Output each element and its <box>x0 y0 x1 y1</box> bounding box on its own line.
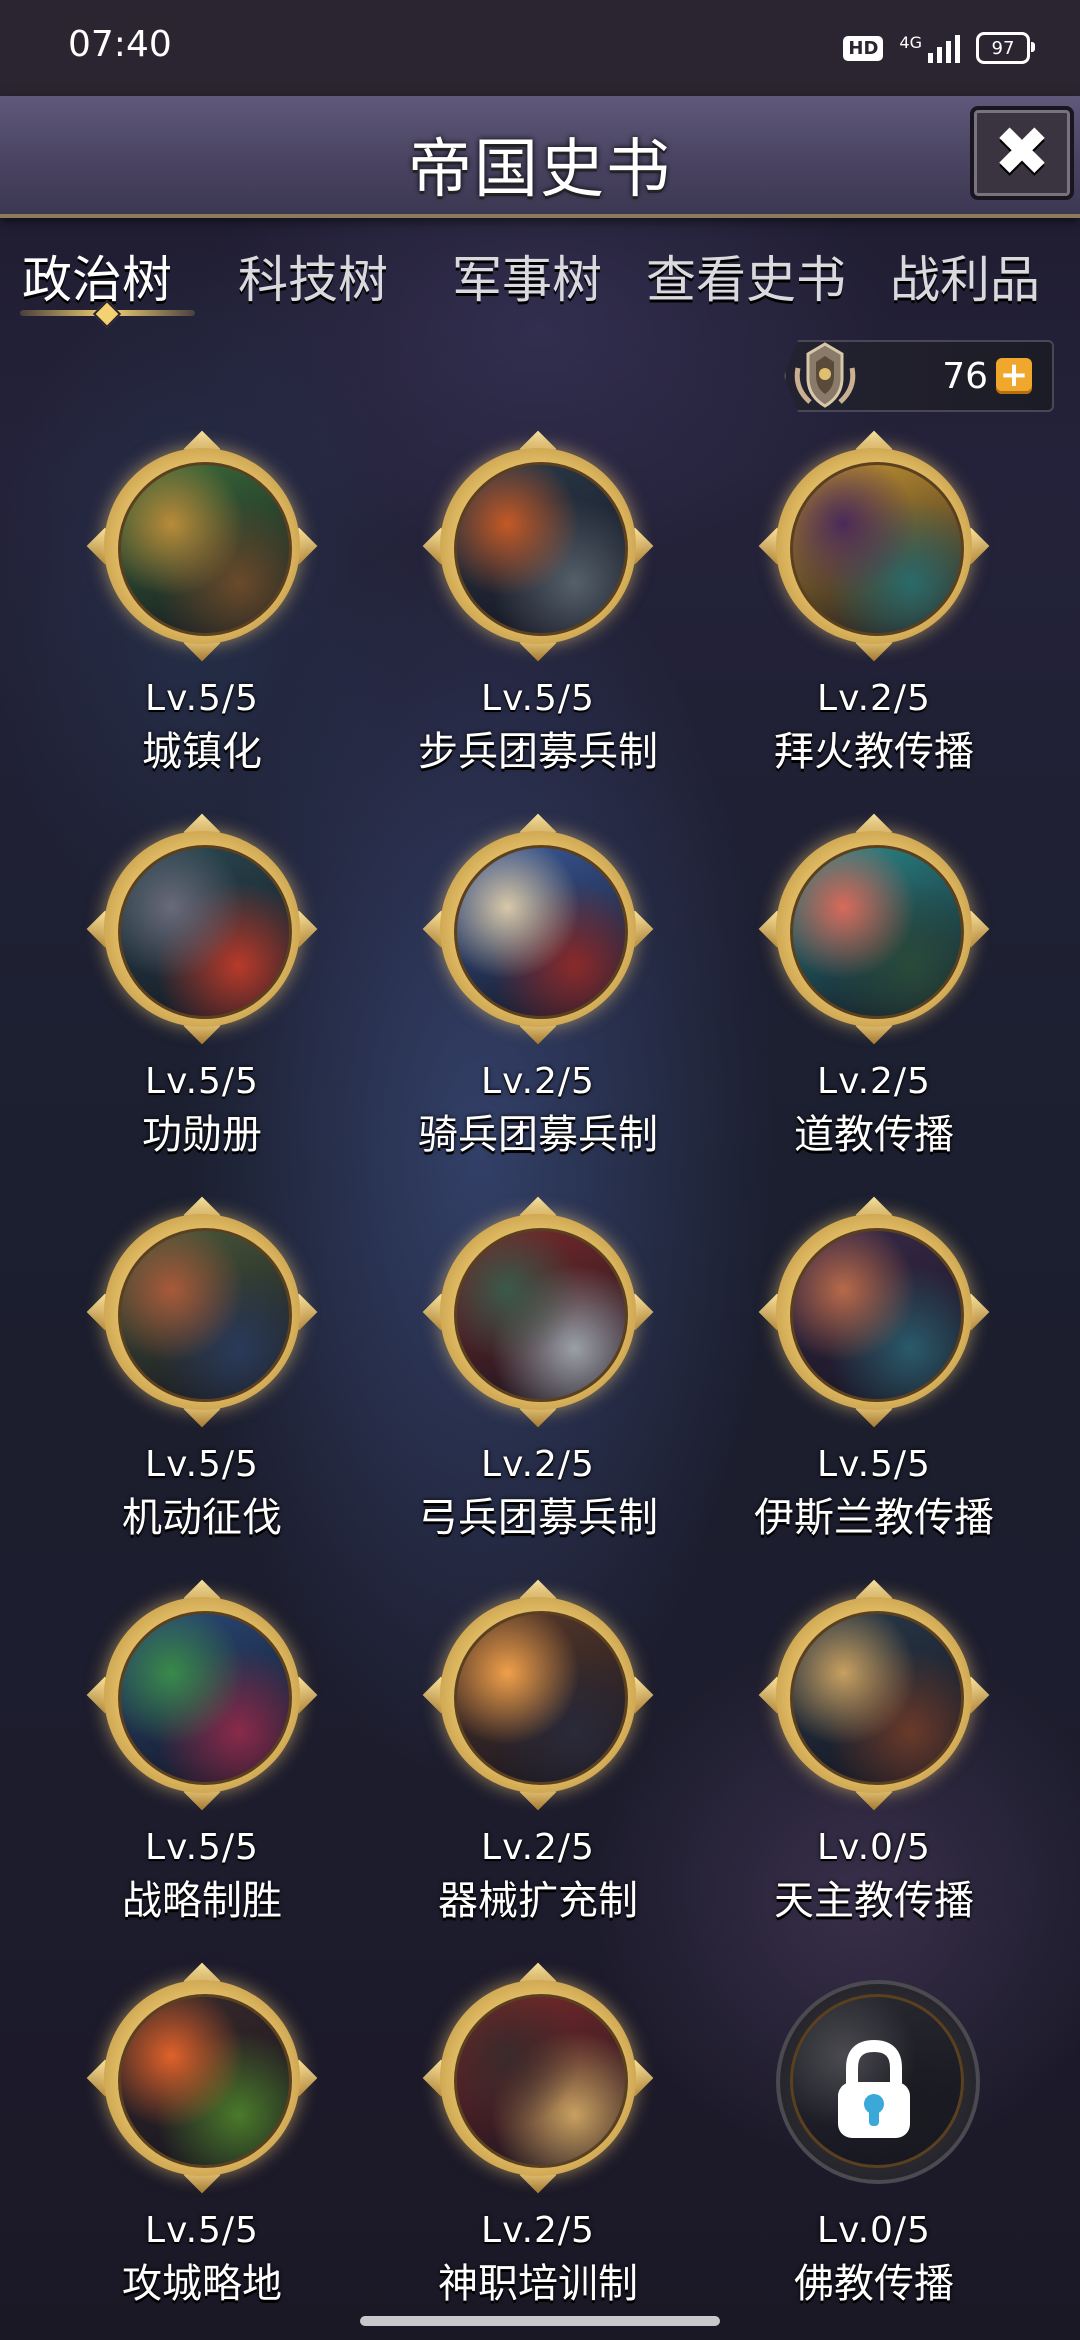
node-name: 神职培训制 <box>438 2261 638 2307</box>
node-name: 天主教传播 <box>774 1878 974 1924</box>
node-frame <box>422 1196 654 1428</box>
laurel-emblem-icon <box>794 342 856 408</box>
tree-node[interactable]: Lv.2/5 器械扩充制 <box>408 1579 668 1926</box>
node-level: Lv.2/5 <box>481 2210 595 2251</box>
node-artwork <box>118 1228 292 1402</box>
node-frame <box>758 1579 990 1811</box>
node-level: Lv.5/5 <box>145 1444 259 1485</box>
node-level: Lv.2/5 <box>481 1061 595 1102</box>
node-frame <box>86 430 318 662</box>
tab-military[interactable]: 军事树 <box>452 240 602 312</box>
tree-node[interactable]: Lv.2/5 道教传播 <box>744 813 1004 1160</box>
node-name: 道教传播 <box>794 1112 954 1158</box>
status-bar: 07:40 HD 4G 97 <box>0 0 1080 96</box>
node-frame <box>86 1579 318 1811</box>
node-level: Lv.0/5 <box>817 1827 931 1868</box>
network-type: 4G <box>899 33 922 52</box>
node-artwork <box>790 1611 964 1785</box>
header-bar: 帝国史书 ✖ <box>0 96 1080 218</box>
node-level: Lv.0/5 <box>817 2210 931 2251</box>
status-time: 07:40 <box>68 24 172 65</box>
currency-value: 76 <box>942 356 988 397</box>
tree-node[interactable]: Lv.5/5 步兵团募兵制 <box>408 430 668 777</box>
tree-node[interactable]: Lv.5/5 城镇化 <box>72 430 332 777</box>
node-level: Lv.5/5 <box>145 1827 259 1868</box>
node-frame <box>758 813 990 1045</box>
node-artwork <box>118 845 292 1019</box>
battery-icon: 97 <box>976 32 1035 64</box>
tab-view-history[interactable]: 查看史书 <box>646 240 846 312</box>
tree-node[interactable]: Lv.5/5 攻城略地 <box>72 1962 332 2309</box>
node-artwork <box>118 1994 292 2168</box>
node-artwork <box>790 462 964 636</box>
node-level: Lv.2/5 <box>817 1061 931 1102</box>
status-icons: HD 4G 97 <box>843 28 1035 68</box>
node-frame <box>422 1579 654 1811</box>
node-level: Lv.2/5 <box>481 1827 595 1868</box>
tree-node[interactable]: Lv.5/5 伊斯兰教传播 <box>744 1196 1004 1543</box>
tree-node[interactable]: Lv.2/5 弓兵团募兵制 <box>408 1196 668 1543</box>
node-name: 佛教传播 <box>794 2261 954 2307</box>
tab-technology[interactable]: 科技树 <box>238 240 388 312</box>
tab-bar: 政治树 科技树 军事树 查看史书 战利品 <box>0 230 1080 340</box>
node-frame <box>422 1962 654 2194</box>
tree-node[interactable]: Lv.5/5 战略制胜 <box>72 1579 332 1926</box>
node-name: 步兵团募兵制 <box>418 729 658 775</box>
node-frame <box>86 1196 318 1428</box>
node-frame <box>758 1196 990 1428</box>
tree-node[interactable]: Lv.2/5 拜火教传播 <box>744 430 1004 777</box>
tree-node[interactable]: Lv.2/5 神职培训制 <box>408 1962 668 2309</box>
lock-icon <box>838 2039 910 2138</box>
node-artwork <box>118 1611 292 1785</box>
node-artwork <box>454 1228 628 1402</box>
node-artwork <box>118 462 292 636</box>
battery-level: 97 <box>991 37 1015 59</box>
tab-politics[interactable]: 政治树 <box>22 240 172 312</box>
currency-display: 76 + <box>784 340 1054 412</box>
tree-node[interactable]: Lv.5/5 功勋册 <box>72 813 332 1160</box>
node-frame <box>764 1968 984 2188</box>
node-level: Lv.5/5 <box>145 2210 259 2251</box>
node-name: 机动征伐 <box>122 1495 282 1541</box>
tab-trophies[interactable]: 战利品 <box>890 240 1040 312</box>
node-level: Lv.2/5 <box>481 1444 595 1485</box>
add-currency-button[interactable]: + <box>996 358 1032 394</box>
node-frame <box>86 813 318 1045</box>
node-artwork <box>790 845 964 1019</box>
node-frame <box>758 430 990 662</box>
tree-node[interactable]: Lv.0/5 天主教传播 <box>744 1579 1004 1926</box>
node-name: 弓兵团募兵制 <box>418 1495 658 1541</box>
node-artwork <box>454 462 628 636</box>
hd-badge: HD <box>843 35 884 61</box>
node-artwork <box>454 845 628 1019</box>
node-name: 伊斯兰教传播 <box>754 1495 994 1541</box>
signal-icon: 4G <box>899 33 960 63</box>
node-level: Lv.2/5 <box>817 678 931 719</box>
node-level: Lv.5/5 <box>145 1061 259 1102</box>
node-frame <box>86 1962 318 2194</box>
node-name: 器械扩充制 <box>438 1878 638 1924</box>
node-name: 拜火教传播 <box>774 729 974 775</box>
node-name: 战略制胜 <box>122 1878 282 1924</box>
home-indicator[interactable] <box>360 2316 720 2326</box>
node-artwork <box>790 1228 964 1402</box>
node-frame <box>422 430 654 662</box>
node-artwork <box>454 1611 628 1785</box>
tree-node[interactable]: Lv.0/5 佛教传播 <box>744 1968 1004 2309</box>
close-icon: ✖ <box>993 113 1051 192</box>
node-artwork <box>454 1994 628 2168</box>
tree-node[interactable]: Lv.2/5 骑兵团募兵制 <box>408 813 668 1160</box>
node-name: 攻城略地 <box>122 2261 282 2307</box>
node-name: 功勋册 <box>142 1112 262 1158</box>
node-name: 骑兵团募兵制 <box>418 1112 658 1158</box>
node-level: Lv.5/5 <box>481 678 595 719</box>
tree-node[interactable]: Lv.5/5 机动征伐 <box>72 1196 332 1543</box>
page-title: 帝国史书 <box>408 133 672 207</box>
node-level: Lv.5/5 <box>817 1444 931 1485</box>
node-frame <box>422 813 654 1045</box>
close-button[interactable]: ✖ <box>970 106 1074 200</box>
node-name: 城镇化 <box>142 729 262 775</box>
node-level: Lv.5/5 <box>145 678 259 719</box>
